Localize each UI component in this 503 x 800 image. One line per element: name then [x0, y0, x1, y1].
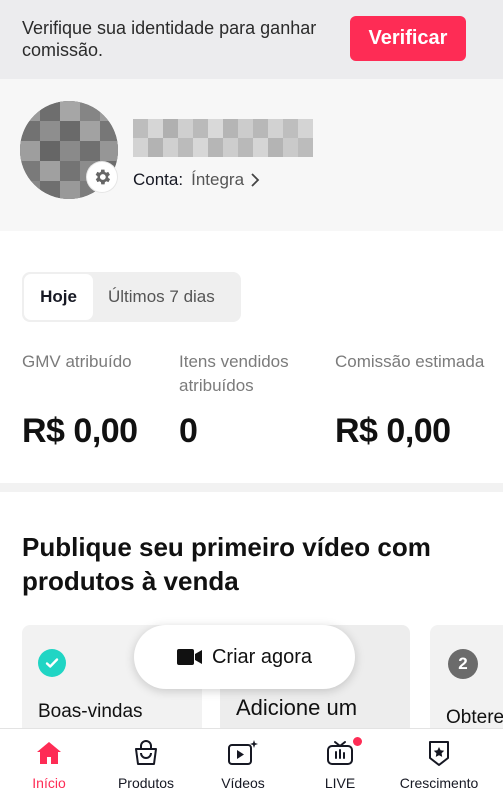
nav-label: Início: [32, 775, 66, 791]
shopping-bag-icon: [135, 740, 157, 765]
stat-label: GMV atribuído: [22, 352, 132, 371]
live-tv-icon: [327, 741, 353, 765]
nav-item-inicio[interactable]: Início: [18, 729, 80, 800]
task-card-title: Obtere: [446, 707, 503, 728]
verification-message: Verifique sua identidade para ganhar com…: [22, 18, 317, 60]
nav-item-produtos[interactable]: Produtos: [112, 729, 180, 800]
bottom-navigation: Início Produtos Vídeos LIVE Crescimento: [0, 728, 503, 800]
section-title: Publique seu primeiro vídeo com produtos…: [22, 532, 431, 596]
check-icon: [38, 649, 66, 677]
stat-value: R$ 0,00: [22, 412, 138, 450]
account-status[interactable]: Conta: Íntegra: [133, 170, 260, 190]
step-number: 2: [448, 649, 478, 679]
tab-last-7-days[interactable]: Últimos 7 dias: [108, 274, 215, 320]
video-sparkle-icon: [228, 740, 258, 765]
chevron-right-icon: [251, 173, 260, 187]
settings-badge[interactable]: [87, 162, 117, 192]
gear-icon: [95, 169, 111, 185]
verify-button[interactable]: Verificar: [350, 16, 466, 61]
home-icon: [37, 742, 61, 764]
tab-today[interactable]: Hoje: [24, 274, 93, 320]
nav-label: LIVE: [324, 775, 356, 791]
account-status-value: Íntegra: [191, 170, 245, 189]
verification-banner: Verifique sua identidade para ganhar com…: [0, 0, 503, 79]
video-camera-icon: [176, 649, 202, 665]
account-status-label: Conta:: [133, 170, 184, 189]
nav-item-live[interactable]: LIVE: [318, 729, 362, 800]
stat-items-sold: Itens vendidos atribuídos 0: [179, 350, 329, 451]
stat-value: 0: [179, 412, 198, 450]
stat-label: Comissão estimada: [335, 352, 485, 371]
nav-label: Crescimento: [399, 775, 479, 791]
nav-label: Produtos: [117, 775, 175, 791]
stat-value: R$ 0,00: [335, 412, 451, 450]
profile-section: Conta: Íntegra: [0, 79, 503, 231]
username-blurred: [133, 119, 313, 157]
performance-stats: Hoje Últimos 7 dias GMV atribuído R$ 0,0…: [0, 231, 503, 483]
task-card-title: Adicione um: [236, 695, 358, 720]
task-card[interactable]: 2 Obtere: [430, 625, 503, 735]
stat-gmv: GMV atribuído R$ 0,00: [22, 350, 172, 451]
publish-section: Publique seu primeiro vídeo com produtos…: [0, 492, 503, 735]
period-tabs: Hoje Últimos 7 dias: [22, 272, 241, 322]
create-now-label: Criar agora: [211, 645, 313, 668]
notification-dot: [353, 737, 362, 746]
star-badge-icon: [429, 741, 449, 766]
stat-label: Itens vendidos atribuídos: [179, 352, 289, 395]
task-card-title: Boas-vindas: [38, 701, 143, 722]
nav-item-crescimento[interactable]: Crescimento: [393, 729, 485, 800]
stat-commission: Comissão estimada R$ 0,00: [335, 350, 485, 451]
create-now-button[interactable]: Criar agora: [134, 625, 355, 689]
nav-label: Vídeos: [221, 775, 265, 791]
nav-item-videos[interactable]: Vídeos: [213, 729, 273, 800]
